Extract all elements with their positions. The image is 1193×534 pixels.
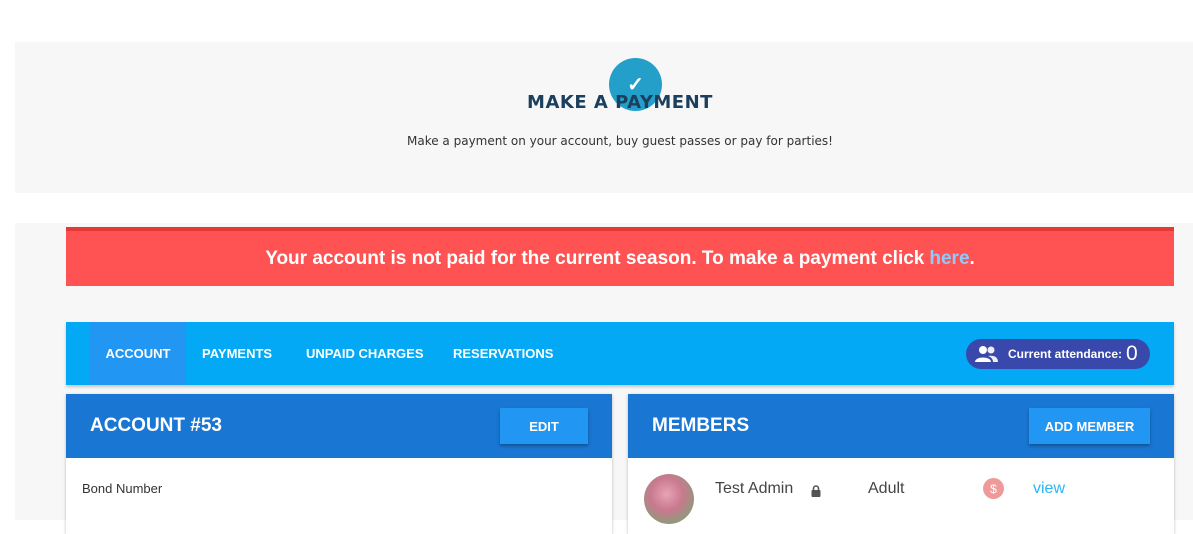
members-title: MEMBERS — [652, 415, 750, 436]
attendance-label: Current attendance: — [1008, 347, 1123, 361]
avatar — [644, 474, 694, 524]
dollar-icon: $ — [983, 478, 1004, 499]
alert-suffix: . — [969, 247, 975, 269]
attendance-count: 0 — [1126, 342, 1138, 365]
alert-message: Your account is not paid for the current… — [265, 247, 925, 269]
tab-account[interactable]: ACCOUNT — [90, 322, 186, 385]
tab-unpaid-charges[interactable]: UNPAID CHARGES — [306, 322, 424, 385]
account-card: ACCOUNT #53 EDIT Bond Number — [66, 394, 612, 534]
page-subtitle: Make a payment on your account, buy gues… — [407, 134, 833, 148]
lock-icon — [811, 484, 821, 497]
view-member-link[interactable]: view — [1033, 480, 1065, 498]
attendance-badge: Current attendance: 0 — [966, 339, 1150, 369]
member-row: Test Admin Adult $ view — [628, 474, 1174, 524]
bond-number-label: Bond Number — [82, 481, 163, 496]
payment-hero: ✓ — [15, 42, 1193, 193]
member-name: Test Admin — [715, 480, 794, 497]
members-card: MEMBERS ADD MEMBER Test Admin Adult $ vi… — [628, 394, 1174, 534]
tab-reservations[interactable]: RESERVATIONS — [453, 322, 553, 385]
unpaid-alert: Your account is not paid for the current… — [66, 227, 1174, 286]
account-card-header: ACCOUNT #53 EDIT — [66, 394, 612, 458]
edit-button[interactable]: EDIT — [500, 408, 588, 444]
tab-payments[interactable]: PAYMENTS — [202, 322, 272, 385]
payment-link[interactable]: here — [929, 248, 969, 270]
member-type: Adult — [868, 480, 905, 497]
people-icon — [974, 345, 998, 363]
page-title: MAKE A PAYMENT — [527, 92, 713, 113]
account-title: ACCOUNT #53 — [90, 415, 222, 436]
members-card-header: MEMBERS ADD MEMBER — [628, 394, 1174, 458]
add-member-button[interactable]: ADD MEMBER — [1029, 408, 1150, 444]
account-navbar: ACCOUNT PAYMENTS UNPAID CHARGES RESERVAT… — [66, 322, 1174, 385]
